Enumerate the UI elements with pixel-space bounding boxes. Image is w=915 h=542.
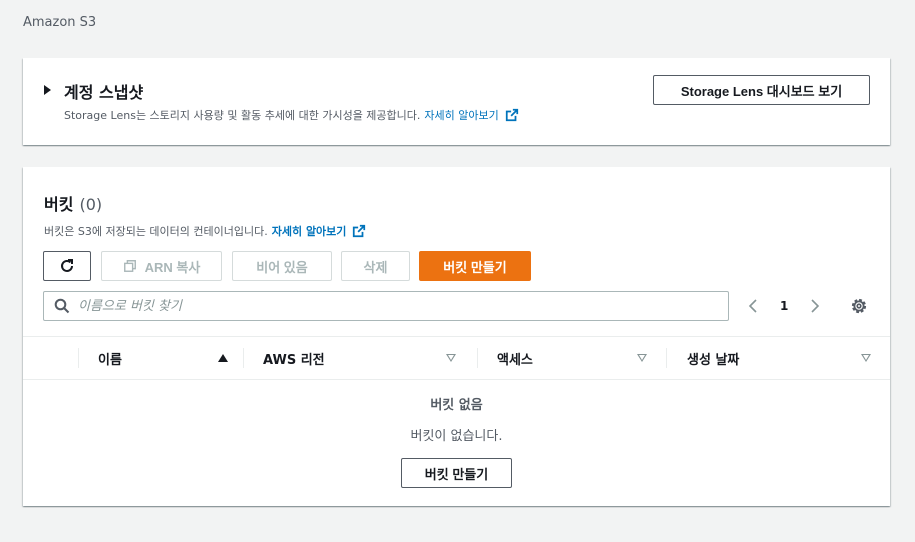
bucket-search[interactable] [43, 291, 729, 321]
copy-arn-label: ARN 복사 [144, 259, 201, 275]
buckets-learn-more-link[interactable]: 자세히 알아보기 [272, 223, 347, 239]
page-title: Amazon S3 [23, 15, 97, 30]
empty-state-create-bucket-button[interactable]: 버킷 만들기 [401, 458, 512, 488]
refresh-button[interactable] [43, 251, 91, 281]
caret-right-icon[interactable] [44, 85, 51, 95]
empty-state-description: 버킷이 없습니다. [410, 429, 503, 444]
column-access-label: 액세스 [497, 352, 533, 368]
buckets-panel: 버킷 (0) 버킷은 S3에 저장되는 데이터의 컨테이너입니다. 자세히 알아… [23, 167, 890, 506]
column-region-label: AWS 리전 [263, 352, 325, 368]
column-region[interactable]: AWS 리전 [263, 337, 456, 379]
delete-bucket-button[interactable]: 삭제 [341, 251, 410, 281]
sort-descending-icon [446, 354, 456, 362]
snapshot-learn-more-link[interactable]: 자세히 알아보기 [424, 107, 498, 123]
column-divider [243, 348, 244, 368]
copy-icon [123, 260, 136, 272]
empty-bucket-button[interactable]: 비어 있음 [232, 251, 332, 281]
refresh-icon [61, 259, 73, 272]
snapshot-description-row: Storage Lens는 스토리지 사용량 및 활동 추세에 대한 가시성을 … [64, 107, 519, 123]
empty-state-title: 버킷 없음 [430, 398, 483, 413]
buckets-title: 버킷 [44, 195, 74, 214]
chevron-left-icon[interactable] [743, 296, 763, 316]
gear-icon[interactable] [849, 296, 869, 316]
buckets-header: 버킷 (0) [44, 191, 102, 215]
create-bucket-button[interactable]: 버킷 만들기 [419, 251, 531, 281]
column-divider [477, 348, 478, 368]
sort-descending-icon [861, 354, 871, 362]
copy-arn-button[interactable]: ARN 복사 [101, 251, 222, 281]
sort-descending-icon [637, 354, 647, 362]
external-link-icon[interactable] [505, 108, 519, 122]
column-name-label: 이름 [98, 352, 122, 368]
sort-ascending-icon [218, 354, 228, 362]
search-input[interactable] [78, 298, 678, 314]
search-icon [54, 298, 70, 314]
column-name[interactable]: 이름 [98, 337, 228, 379]
external-link-icon[interactable] [352, 224, 366, 238]
column-divider [666, 348, 667, 368]
page-number[interactable]: 1 [780, 299, 788, 313]
column-divider [78, 348, 79, 368]
snapshot-title[interactable]: 계정 스냅샷 [64, 79, 143, 103]
pagination: 1 [743, 296, 825, 316]
account-snapshot-panel: 계정 스냅샷 Storage Lens는 스토리지 사용량 및 활동 추세에 대… [23, 58, 890, 145]
buckets-description-row: 버킷은 S3에 저장되는 데이터의 컨테이너입니다. 자세히 알아보기 [44, 223, 366, 239]
chevron-right-icon[interactable] [805, 296, 825, 316]
snapshot-description: Storage Lens는 스토리지 사용량 및 활동 추세에 대한 가시성을 … [64, 109, 421, 122]
buckets-count: (0) [79, 195, 103, 214]
bucket-table-header: 이름 AWS 리전 액세스 생성 날짜 [23, 336, 890, 380]
column-created[interactable]: 생성 날짜 [687, 337, 871, 379]
buckets-description: 버킷은 S3에 저장되는 데이터의 컨테이너입니다. [44, 225, 268, 238]
storage-lens-dashboard-button[interactable]: Storage Lens 대시보드 보기 [653, 75, 870, 105]
column-created-label: 생성 날짜 [687, 352, 740, 368]
column-access[interactable]: 액세스 [497, 337, 647, 379]
